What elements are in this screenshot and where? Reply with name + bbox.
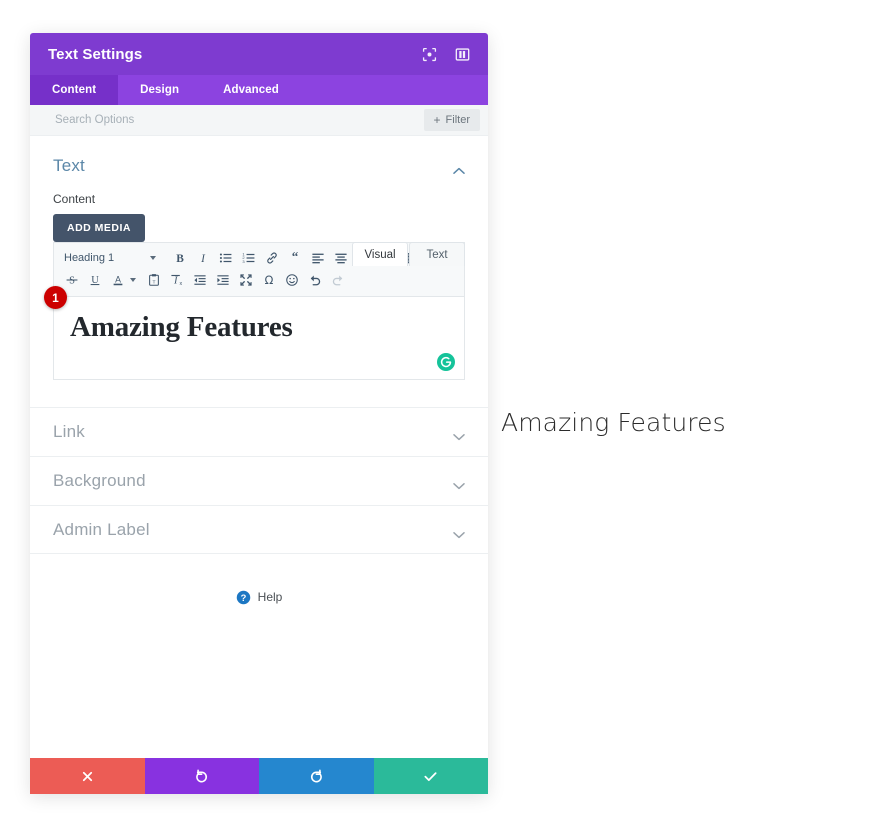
search-options-bar: + Filter (30, 105, 488, 136)
svg-text:“: “ (291, 251, 298, 264)
save-button[interactable] (373, 758, 488, 794)
section-link-title: Link (53, 422, 85, 441)
undo-button[interactable] (144, 758, 259, 794)
clear-formatting-icon[interactable]: I x (165, 270, 188, 291)
text-color-chevron-down-icon[interactable] (130, 278, 136, 282)
section-text-title: Text (53, 156, 85, 175)
editor-toolbar-row-2: S U A T I x Ω (60, 269, 458, 291)
filter-button-label: Filter (445, 114, 470, 126)
settings-tabs: Content Design Advanced (30, 75, 488, 105)
help-label[interactable]: Help (258, 590, 283, 604)
grammarly-icon[interactable] (436, 352, 456, 372)
layout-panel-icon[interactable] (455, 47, 470, 62)
align-center-icon[interactable] (329, 248, 352, 269)
svg-text:A: A (115, 274, 121, 284)
redo-icon[interactable] (326, 270, 349, 291)
screenshot-root: Text Settings Content Design Advanced Se… (0, 0, 880, 827)
chevron-down-icon[interactable] (453, 428, 465, 441)
redo-button[interactable] (259, 758, 374, 794)
format-select[interactable]: Heading 1 (60, 252, 162, 264)
section-background-title: Background (53, 471, 146, 490)
underline-icon[interactable]: U (83, 270, 106, 291)
canvas-preview-text: Amazing Features (501, 408, 726, 437)
chevron-up-icon[interactable] (453, 162, 465, 174)
special-character-icon[interactable]: Ω (257, 270, 280, 291)
content-field-label: Content (53, 192, 96, 206)
editor-mode-tabs: Visual Text (352, 242, 465, 266)
question-circle-icon[interactable]: ? (236, 590, 251, 605)
wysiwyg-editor: Visual Text Heading 1 B I 1 2 3 “ S U A … (53, 242, 465, 380)
emoji-icon[interactable] (280, 270, 303, 291)
text-settings-modal: Text Settings Content Design Advanced Se… (30, 33, 488, 794)
close-button[interactable] (30, 758, 145, 794)
add-media-button[interactable]: ADD MEDIA (53, 214, 145, 242)
collapsed-sections: Link Background Admin Label (30, 407, 488, 554)
numbered-list-icon[interactable]: 123 (237, 248, 260, 269)
filter-button[interactable]: + Filter (423, 109, 480, 131)
link-icon[interactable] (260, 248, 283, 269)
format-select-value: Heading 1 (64, 252, 115, 264)
help-area: ? Help (30, 554, 488, 610)
modal-body: Text Content ADD MEDIA Visual Text Headi… (30, 136, 488, 758)
align-left-icon[interactable] (306, 248, 329, 269)
check-icon (424, 771, 437, 781)
section-link[interactable]: Link (30, 407, 488, 456)
section-text: Text Content ADD MEDIA Visual Text Headi… (30, 136, 488, 380)
chevron-down-icon (150, 256, 156, 260)
editor-content-area[interactable]: Amazing Features (53, 296, 465, 380)
strikethrough-icon[interactable]: S (60, 270, 83, 291)
search-input[interactable] (53, 113, 424, 127)
bulleted-list-icon[interactable] (214, 248, 237, 269)
svg-text:T: T (152, 280, 155, 286)
section-background[interactable]: Background (30, 456, 488, 505)
bold-icon[interactable]: B (168, 248, 191, 269)
svg-text:I: I (200, 253, 206, 265)
paste-as-text-icon[interactable]: T (142, 270, 165, 291)
svg-text:?: ? (240, 592, 246, 602)
svg-text:S: S (69, 276, 75, 287)
section-admin-label[interactable]: Admin Label (30, 505, 488, 554)
svg-text:I: I (173, 276, 178, 287)
tab-text[interactable]: Text (409, 242, 465, 266)
text-color-icon[interactable]: A (106, 270, 129, 291)
tab-advanced[interactable]: Advanced (201, 75, 301, 105)
svg-text:3: 3 (242, 259, 245, 264)
annotation-badge-1: 1 (44, 286, 67, 309)
section-admin-label-title: Admin Label (53, 519, 150, 539)
svg-text:x: x (179, 281, 182, 287)
blockquote-icon[interactable]: “ (283, 248, 306, 269)
plus-icon: + (433, 113, 441, 127)
svg-text:Ω: Ω (264, 273, 273, 287)
outdent-icon[interactable] (188, 270, 211, 291)
section-text-header[interactable]: Text (53, 156, 465, 176)
redo-arrow-icon (310, 769, 322, 782)
italic-icon[interactable]: I (191, 248, 214, 269)
undo-icon[interactable] (303, 270, 326, 291)
modal-title: Text Settings (48, 45, 143, 63)
x-icon (82, 771, 92, 781)
svg-text:B: B (176, 253, 184, 265)
tab-visual[interactable]: Visual (352, 242, 408, 266)
modal-header: Text Settings (30, 33, 488, 75)
fullscreen-icon[interactable] (234, 270, 257, 291)
chevron-down-icon[interactable] (453, 526, 465, 538)
focus-icon[interactable] (422, 47, 437, 62)
tab-content[interactable]: Content (30, 75, 119, 105)
chevron-down-icon[interactable] (453, 477, 465, 490)
tab-design[interactable]: Design (118, 75, 201, 105)
modal-footer (30, 758, 488, 794)
modal-header-actions (422, 47, 470, 62)
indent-icon[interactable] (211, 270, 234, 291)
editor-heading-text[interactable]: Amazing Features (70, 311, 448, 344)
undo-arrow-icon (196, 769, 208, 782)
